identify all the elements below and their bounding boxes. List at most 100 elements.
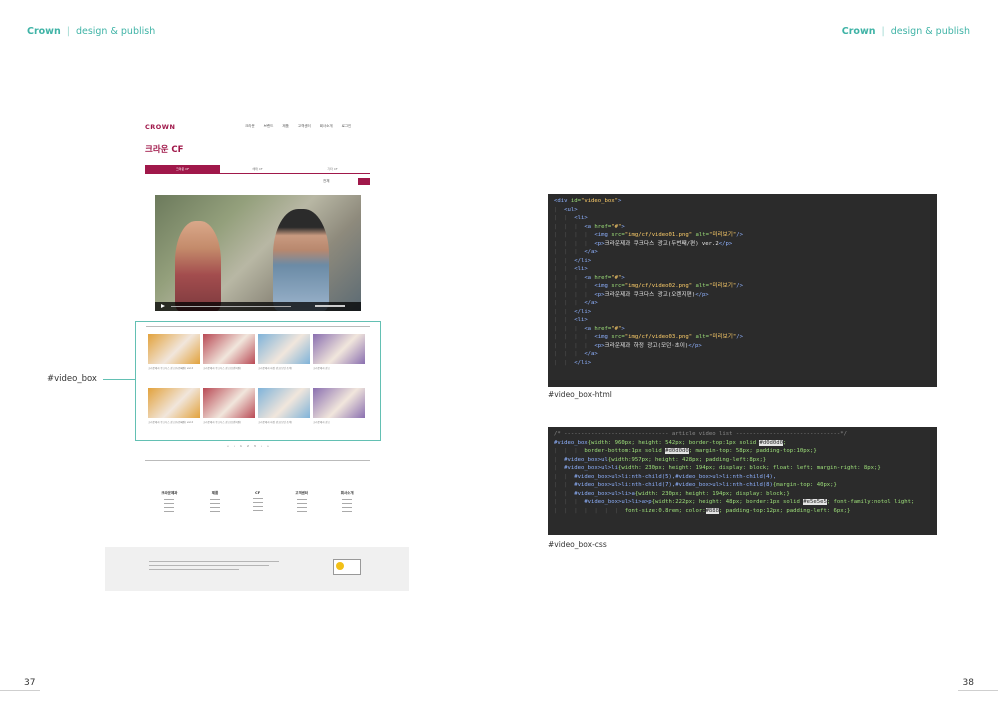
code-line: | | </li> <box>554 257 931 266</box>
code-line: | | <li> <box>554 316 931 325</box>
footer-menu-column: 크라운제과 <box>161 491 177 512</box>
mockup-nav-item: 제품 <box>282 124 289 128</box>
code-token: #888 <box>705 507 720 514</box>
code-token: {width:957px; height: 428px; padding-lef… <box>607 456 767 463</box>
code-token: <img <box>594 232 612 238</box>
code-token: <a <box>584 274 595 281</box>
code-token: #e5e5e5 <box>803 499 827 505</box>
code-token: border-bottom:1px solid <box>584 448 666 454</box>
running-header-left: Crown | design & publish <box>27 26 155 37</box>
footer-menu-line <box>164 507 175 508</box>
code-token: </li> <box>574 257 592 264</box>
mockup-nav-item: 브랜드 <box>263 124 274 128</box>
code-token: alt= <box>692 232 709 238</box>
code-indent: | <box>554 206 565 213</box>
code-line: #video_box{width: 960px; height: 542px; … <box>554 439 931 448</box>
code-token: "미리보기" <box>708 232 737 238</box>
code-token: "img/cf/video03.png" <box>624 334 693 340</box>
thumbnail-caption: 크라운제과 광고 <box>313 367 330 370</box>
code-token: > <box>618 198 622 204</box>
code-token: alt= <box>692 334 709 340</box>
code-token: #video_box <box>554 439 588 446</box>
mockup-select-label: 전체 <box>323 179 330 183</box>
footer-menu-line <box>342 507 353 508</box>
code-line: | #video_box>ul>li{width: 230px; height:… <box>554 464 931 473</box>
header-tagline: design & publish <box>75 26 156 37</box>
footer-menu-line <box>342 511 353 512</box>
code-token: 크라운제과 쿠크다스 광고(두번째/편) ver.2 <box>604 240 719 247</box>
mockup-tab: 해태 CF <box>252 167 263 171</box>
footer-menu-line <box>342 499 353 500</box>
code-indent: | | | | | | | <box>554 507 625 514</box>
code-line: | | | border-bottom:1px solid #d0d0d0; m… <box>554 447 931 456</box>
footer-menu-line <box>296 507 307 508</box>
code-token: #video_box>ul>li <box>564 465 618 471</box>
video-thumbnail <box>203 334 255 364</box>
code-token: </a> <box>584 249 598 255</box>
video-thumbnail <box>258 388 310 418</box>
code-token: "video_box" <box>580 198 618 204</box>
code-token: {width:222px; height: 48px; border:1px s… <box>651 499 804 505</box>
code-indent: | | | <box>554 300 585 306</box>
code-token: alt= <box>692 283 709 289</box>
code-line: | | | | <img src="img/cf/video01.png" al… <box>554 231 931 240</box>
pager-item: « <box>227 444 229 448</box>
video-thumbnail <box>148 388 200 418</box>
thumbnail-caption: 크라운제과 하정 광고(모던·초이) <box>258 367 293 370</box>
page-rule-left <box>0 690 40 691</box>
certification-badge <box>333 559 361 575</box>
brand-name: Crown <box>841 26 876 37</box>
mockup-tab: 기타 CF <box>327 167 338 171</box>
code-token: </li> <box>574 359 592 366</box>
code-line: | #video_box>ul{width:957px; height: 428… <box>554 456 931 465</box>
footer-menu-line <box>252 506 263 507</box>
code-token: "img/cf/video01.png" <box>624 232 693 238</box>
code-line: | | #video_box>ul>li:nth-child(5),#video… <box>554 473 931 482</box>
pager-item: » <box>267 444 269 448</box>
code-line: | | | <a href="#"> <box>554 325 931 334</box>
code-token: ; margin-top: 58px; padding-top:10px;} <box>688 448 817 454</box>
mockup-nav-item: 회사소개 <box>319 124 333 128</box>
footer-menu-heading: 제품 <box>211 491 219 495</box>
footer-menu-line <box>210 503 221 504</box>
code-token: <p> <box>594 342 605 349</box>
page-rule-right <box>958 690 998 691</box>
badge-seal-icon <box>336 562 344 570</box>
footer-menu-line <box>252 498 263 499</box>
footer-menu-line <box>164 511 175 512</box>
footer-menu-heading: 회사소개 <box>340 491 354 495</box>
code-token: 크라운제과 쿠크다스 광고(오렌지편) <box>604 291 696 298</box>
code-token: <li> <box>574 317 588 323</box>
code-token: src= <box>611 334 625 340</box>
css-code-panel: /* ------------------------------- artic… <box>548 427 937 535</box>
code-token: <a <box>584 223 595 230</box>
code-token: <img <box>594 283 612 289</box>
code-token: {margin-top: 40px;} <box>772 482 837 488</box>
code-indent: | | | <box>554 274 585 281</box>
code-line: | | <li> <box>554 214 931 223</box>
footer-menu-column: 고객센터 <box>295 491 308 512</box>
video-thumbnail <box>148 334 200 364</box>
code-line: | | | | <img src="img/cf/video03.png" al… <box>554 333 931 342</box>
pager-item: 2 <box>246 444 249 448</box>
video-thumbnail <box>313 334 365 364</box>
code-token: #d0d0d0 <box>665 448 689 454</box>
code-indent: | | | <box>554 351 585 357</box>
code-token: "#" <box>611 274 622 281</box>
mockup-logo: CROWN <box>145 123 176 131</box>
footer-menu-column: 회사소개 <box>341 491 354 512</box>
code-indent: | | <box>554 359 575 366</box>
code-token: href= <box>594 325 612 332</box>
code-indent: | | <box>554 482 575 488</box>
page-number-left: 37 <box>24 678 36 688</box>
play-icon <box>161 304 165 308</box>
video-figure-boy <box>273 209 329 311</box>
thumbnail-caption: 크라운제과 하정 광고(모던·초이) <box>258 421 293 424</box>
running-header-right: Crown | design & publish <box>842 26 970 37</box>
video-thumbnail <box>203 388 255 418</box>
code-token: "#" <box>611 223 622 230</box>
footer-menu-heading: 고객센터 <box>295 491 309 495</box>
code-token: </p> <box>695 291 709 298</box>
code-line: | | | | <p>크라운제과 쿠크다스 광고(오렌지편)</p> <box>554 291 931 300</box>
code-line: | | #video_box>ul>li>a{width: 230px; hei… <box>554 490 931 499</box>
